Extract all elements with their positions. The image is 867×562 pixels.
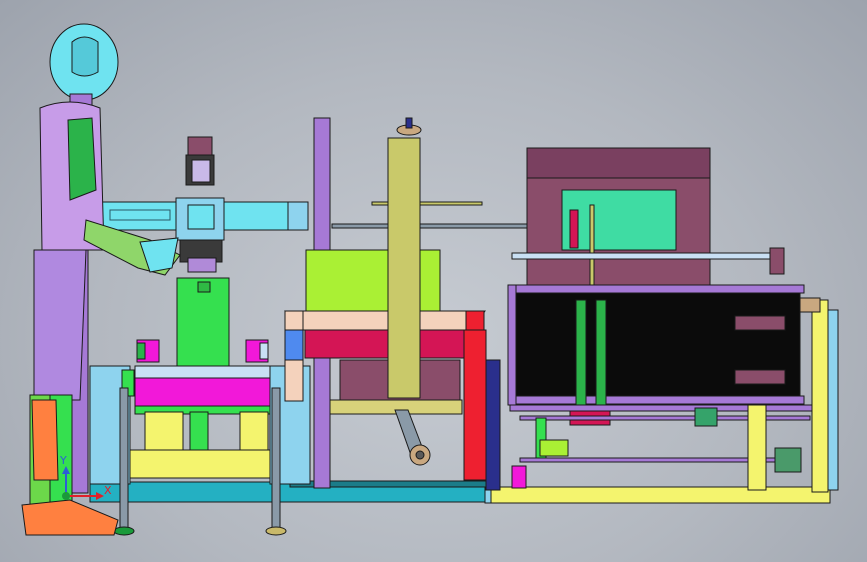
mauve-housing-top [526,147,711,179]
right-yellow-post [811,299,829,493]
table-leg-support-right [239,411,269,451]
table-leg-support-left [144,411,184,451]
mannequin-chest-green [67,117,97,201]
mannequin-shin-orange [31,399,59,481]
top-right-clamp [769,247,785,275]
right-yellow-inner [747,404,767,491]
right-cyan-post [827,309,839,491]
table-magenta-block [134,377,276,407]
press-roller [734,315,786,331]
small-mech-block [539,439,569,457]
right-leg [271,387,281,529]
triad-x-label: X [104,484,112,497]
mannequin-foot [21,499,119,536]
panel-handle [569,209,579,249]
left-foot-pad [113,526,135,536]
crimson-panel [304,329,466,359]
cad-viewport[interactable]: X Y [0,0,867,562]
mannequin-hips [33,249,87,401]
base-frame [89,480,831,504]
peach-frame [284,310,486,331]
column-top-stem [405,117,413,129]
green-column-window [197,281,211,293]
triad-y-label: Y [59,454,67,467]
swing-wheel-hub [415,450,425,460]
table-center-bar [189,411,209,451]
chamber-left-rail [507,284,517,406]
spindle-cap [187,136,213,156]
side-ledge [511,252,785,260]
beam-end-plate [287,201,309,231]
red-pillar [463,329,487,481]
lower-frame [509,404,831,412]
lower-yellow-slab [129,449,271,479]
blue-side-panel [284,329,304,361]
right-foot-pad [265,526,287,536]
slide-rail [331,223,533,229]
gauge-block [694,407,718,427]
actuator-left-stub [136,342,146,360]
mint-control-panel [561,189,677,251]
chamber-top-rail [507,284,805,294]
small-mech-pink [511,465,527,489]
spindle-nozzle [187,257,217,273]
green-guide-1 [575,299,587,413]
left-leg [119,387,129,529]
spindle-block [187,204,215,230]
olive-column [387,137,421,399]
navy-support [485,359,501,491]
panel-rod [589,204,595,296]
base-rail-right [484,486,831,504]
sensor-box [774,447,802,473]
press-roller-low [734,369,786,385]
spindle-motor [191,159,211,183]
beam-slot [109,209,171,221]
right-station [507,147,839,493]
actuator-right-stub [259,342,269,360]
green-guide-2 [595,299,607,413]
end-plate [799,297,821,313]
mannequin-face [71,36,99,77]
triad-origin [62,492,70,500]
assembly-drawing: X Y [21,23,839,536]
chamber-bottom-rail [507,395,805,405]
